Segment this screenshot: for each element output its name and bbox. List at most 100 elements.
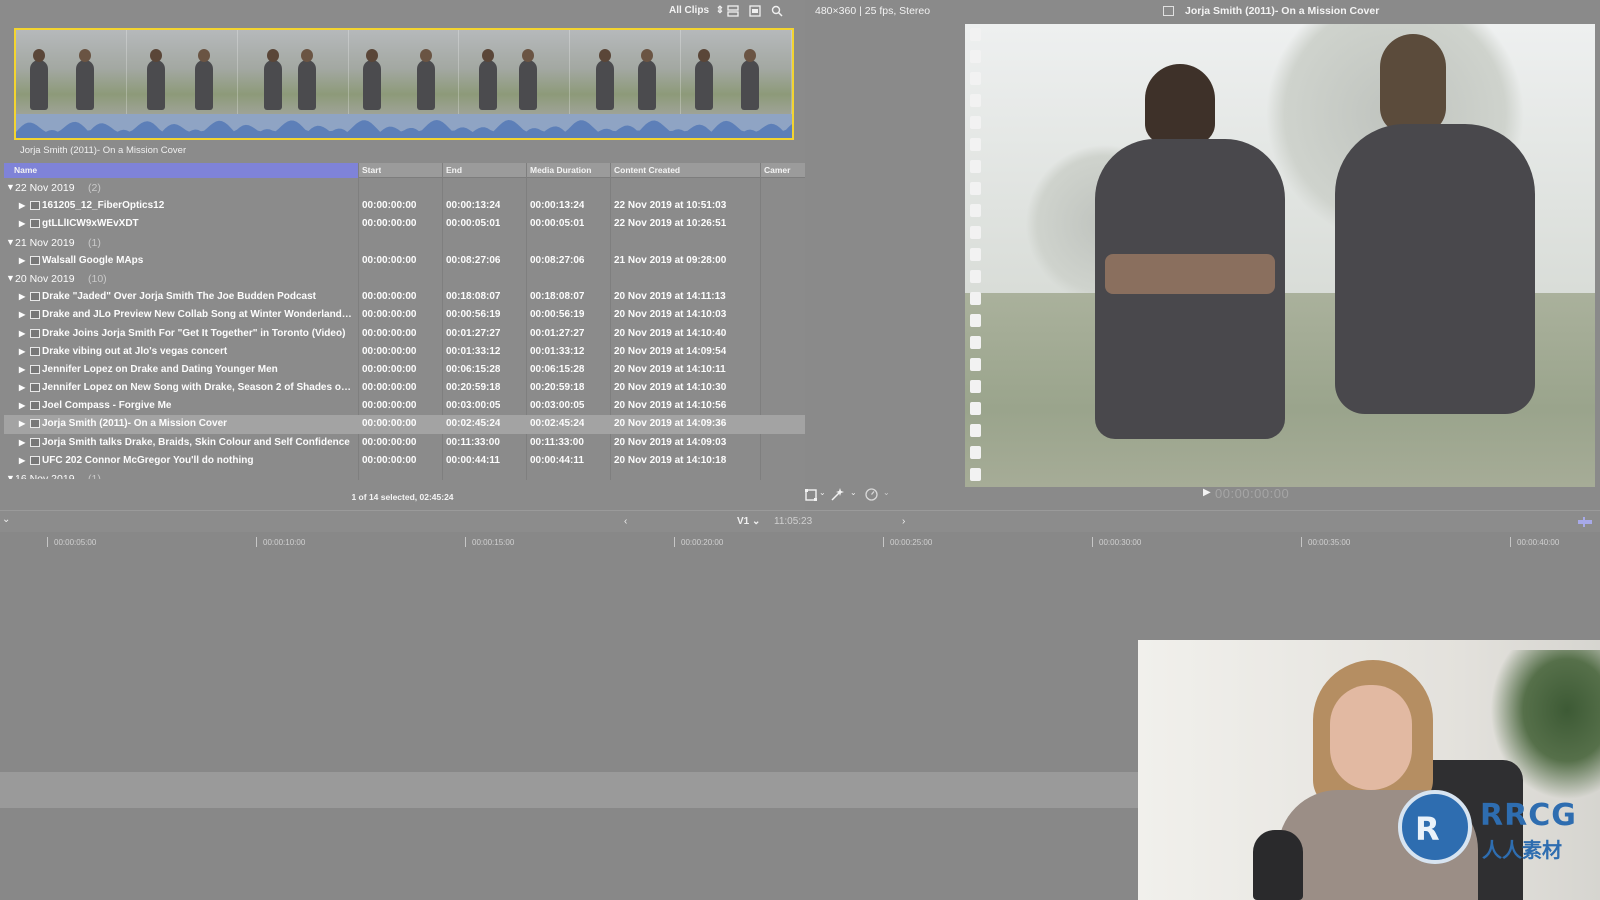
- clip-duration: 00:11:33:00: [530, 436, 584, 448]
- clip-duration: 00:01:27:27: [530, 327, 585, 339]
- disclosure-triangle-icon[interactable]: ▼: [6, 473, 15, 479]
- clip-row[interactable]: ▶ gtLLlICW9xWEvXDT 00:00:00:00 00:00:05:01 0…: [4, 215, 805, 233]
- disclosure-triangle-icon[interactable]: ▶: [19, 401, 25, 410]
- audio-meter-icon[interactable]: [1578, 517, 1592, 527]
- column-camera[interactable]: Camer: [764, 165, 805, 175]
- timeline-ruler[interactable]: 00:00:05:00 00:00:10:00 00:00:15:00 00:00:2…: [0, 532, 1600, 552]
- disclosure-triangle-icon[interactable]: ▶: [19, 365, 25, 374]
- video-person-head: [1380, 34, 1446, 134]
- chevron-down-icon[interactable]: ⌄: [883, 488, 890, 497]
- clip-duration: 00:02:45:24: [530, 418, 585, 430]
- frame-figure-head: [33, 49, 45, 62]
- prev-icon[interactable]: ‹: [624, 516, 627, 527]
- clip-row[interactable]: ▶ Jennifer Lopez on New Song with Drake, …: [4, 379, 805, 397]
- ruler-tick: 00:00:40:00: [1510, 537, 1559, 547]
- date-group-row[interactable]: ▼ 16 Nov 2019 (1): [4, 470, 805, 479]
- clip-start: 00:00:00:00: [362, 418, 417, 430]
- clip-name: 161205_12_FiberOptics12: [42, 200, 165, 212]
- disclosure-triangle-icon[interactable]: ▶: [19, 383, 25, 392]
- clip-end: 00:20:59:18: [446, 382, 501, 394]
- viewer-controls: ⌄ ⌄ ⌄ ▶ 00:00:00:00: [805, 484, 1600, 506]
- date-group-row[interactable]: ▼ 20 Nov 2019 (10): [4, 270, 805, 288]
- timeline-toolbar: ⌄ ‹ V1 ⌄ 11:05:23 ›: [0, 510, 1600, 532]
- clip-row[interactable]: ▶ Drake and JLo Preview New Collab Song a…: [4, 306, 805, 324]
- clip-icon: [30, 310, 40, 320]
- column-content-created[interactable]: Content Created: [614, 165, 680, 175]
- disclosure-triangle-icon[interactable]: ▶: [19, 310, 25, 319]
- disclosure-triangle-icon[interactable]: ▼: [6, 273, 15, 283]
- disclosure-triangle-icon[interactable]: ▶: [19, 201, 25, 210]
- chevron-down-icon[interactable]: ⌄: [2, 514, 10, 525]
- clip-row[interactable]: ▶ UFC 202 Connor McGregor You'll do nothi…: [4, 452, 805, 470]
- filmstrip-caption: Jorja Smith (2011)- On a Mission Cover: [20, 145, 187, 156]
- clip-row[interactable]: ▶ Jorja Smith talks Drake, Braids, Skin C…: [4, 434, 805, 452]
- list-view-icon[interactable]: [727, 5, 739, 17]
- column-start[interactable]: Start: [362, 165, 381, 175]
- enhance-icon[interactable]: [831, 488, 845, 501]
- clip-name: Drake "Jaded" Over Jorja Smith The Joe B…: [42, 291, 317, 303]
- disclosure-triangle-icon[interactable]: ▼: [6, 182, 15, 192]
- clip-row[interactable]: ▶ Jorja Smith (2011)- On a Mission Cover 0…: [4, 415, 805, 434]
- filmstrip-frame: [570, 30, 682, 116]
- frame-figure-head: [419, 49, 432, 62]
- disclosure-triangle-icon[interactable]: ▶: [19, 456, 25, 465]
- column-end[interactable]: End: [446, 165, 462, 175]
- filmstrip-view-icon[interactable]: [749, 5, 761, 17]
- disclosure-triangle-icon[interactable]: ▶: [19, 438, 25, 447]
- next-icon[interactable]: ›: [902, 516, 905, 527]
- column-media-duration[interactable]: Media Duration: [530, 165, 591, 175]
- disclosure-triangle-icon[interactable]: ▼: [6, 237, 15, 247]
- clip-row[interactable]: ▶ Walsall Google MAps 00:00:00:00 00:08:27:…: [4, 252, 805, 270]
- film-sprocket-hole: [970, 72, 981, 85]
- viewer-format-info: 480×360 | 25 fps, Stereo: [815, 5, 931, 17]
- ruler-tick: 00:00:05:00: [47, 537, 96, 547]
- clip-row[interactable]: ▶ Drake Joins Jorja Smith For "Get It Tog…: [4, 325, 805, 343]
- clip-duration: 00:01:33:12: [530, 345, 585, 357]
- viewer-panel: 480×360 | 25 fps, Stereo Jorja Smith (20…: [805, 0, 1600, 510]
- clip-row[interactable]: ▶ 161205_12_FiberOptics12 00:00:00:00 00:00…: [4, 197, 805, 215]
- track-selector[interactable]: V1 ⌄: [737, 516, 760, 527]
- video-frame[interactable]: [965, 24, 1595, 487]
- play-icon[interactable]: ▶: [1203, 487, 1211, 498]
- timecode-display[interactable]: 00:00:00:00: [1215, 486, 1289, 501]
- film-sprocket-hole: [970, 28, 981, 41]
- ruler-tick: 00:00:35:00: [1301, 537, 1350, 547]
- search-icon[interactable]: [771, 5, 783, 17]
- transform-icon[interactable]: [805, 489, 819, 501]
- microphone: [1253, 830, 1303, 900]
- group-count: (1): [88, 473, 101, 479]
- clip-icon: [30, 255, 40, 265]
- disclosure-triangle-icon[interactable]: ▶: [19, 219, 25, 228]
- group-date: 22 Nov 2019: [15, 182, 75, 194]
- frame-figure-head: [365, 49, 378, 62]
- clip-filmstrip[interactable]: [14, 28, 794, 140]
- disclosure-triangle-icon[interactable]: ▶: [19, 256, 25, 265]
- frame-figure-head: [197, 49, 210, 62]
- clip-created: 20 Nov 2019 at 14:09:03: [614, 436, 727, 448]
- date-group-row[interactable]: ▼ 21 Nov 2019 (1): [4, 234, 805, 252]
- clip-row[interactable]: ▶ Jennifer Lopez on Drake and Dating Youn…: [4, 361, 805, 379]
- disclosure-triangle-icon[interactable]: ▶: [19, 347, 25, 356]
- film-sprocket-hole: [970, 292, 981, 305]
- chevron-down-icon[interactable]: ⌄: [819, 488, 826, 497]
- chevron-down-icon[interactable]: ⌄: [850, 488, 857, 497]
- disclosure-triangle-icon[interactable]: ▶: [19, 292, 25, 301]
- disclosure-triangle-icon[interactable]: ▶: [19, 419, 25, 428]
- clip-row[interactable]: ▶ Drake vibing out at Jlo's vegas concert…: [4, 343, 805, 361]
- film-sprocket-hole: [970, 94, 981, 107]
- selection-status: 1 of 14 selected, 02:45:24: [351, 492, 454, 502]
- clip-end: 00:00:56:19: [446, 309, 501, 321]
- browser-panel: All Clips ⇕ Jorja Smith (2011)- On a Mis…: [0, 0, 805, 510]
- frame-figure-head: [599, 49, 612, 62]
- logo-text: RRCG: [1480, 798, 1577, 833]
- clip-row[interactable]: ▶ Joel Compass - Forgive Me 00:00:00:00 00:…: [4, 397, 805, 415]
- clip-icon: [30, 455, 40, 465]
- speed-icon[interactable]: [865, 488, 878, 501]
- video-person-body: [1335, 124, 1535, 414]
- clip-filter-dropdown[interactable]: All Clips ⇕: [669, 5, 724, 16]
- disclosure-triangle-icon[interactable]: ▶: [19, 329, 25, 338]
- clip-row[interactable]: ▶ Drake "Jaded" Over Jorja Smith The Joe …: [4, 288, 805, 306]
- clip-end: 00:06:15:28: [446, 363, 501, 375]
- column-name[interactable]: Name: [4, 163, 359, 178]
- date-group-row[interactable]: ▼ 22 Nov 2019 (2): [4, 179, 805, 197]
